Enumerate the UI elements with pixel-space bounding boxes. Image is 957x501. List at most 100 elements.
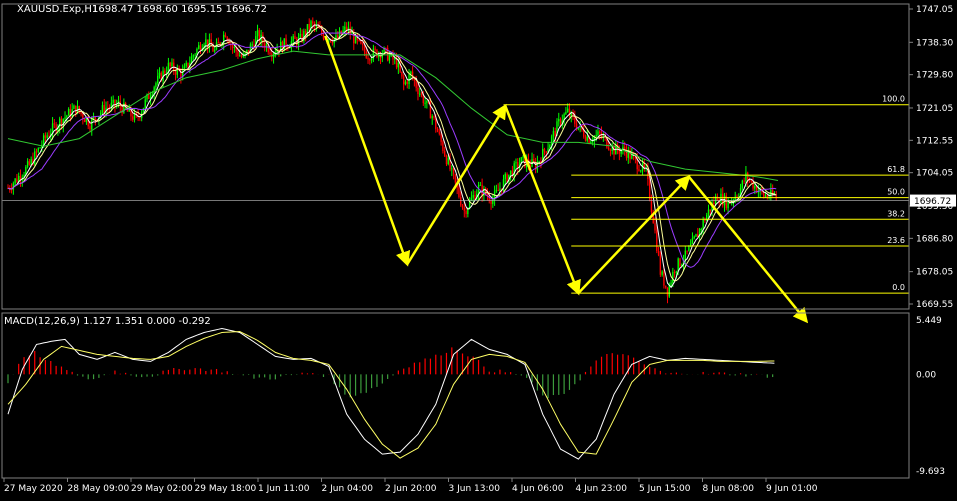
candle-body: [543, 148, 546, 152]
time-axis-label: 2 Jun 04:00: [322, 484, 374, 494]
candle-body: [67, 109, 70, 116]
candle-body: [695, 234, 697, 237]
chart-canvas[interactable]: 100.061.850.038.223.60.0 1747.051738.301…: [0, 0, 957, 497]
candle-body: [745, 172, 747, 182]
macd-axis-label: 5.449: [916, 316, 942, 326]
candle-body: [417, 87, 419, 95]
candle-body: [404, 81, 407, 85]
candle-body: [447, 158, 449, 165]
fib-level-label: 0.0: [892, 283, 905, 292]
candle-body: [727, 201, 729, 209]
price-axis-label: 1712.55: [916, 136, 953, 146]
candle-body: [618, 150, 621, 154]
candle-body: [101, 105, 104, 113]
candle-body: [686, 250, 688, 252]
time-axis-label: 29 May 02:00: [131, 484, 193, 494]
candle-body: [42, 135, 45, 146]
candle-body: [479, 184, 482, 186]
candle-body: [319, 27, 321, 29]
candle-body: [470, 197, 473, 201]
candle-body: [233, 47, 236, 49]
ma-slow-line: [7, 32, 777, 268]
candle-body: [538, 161, 540, 163]
candle-body: [750, 180, 752, 182]
candle-body: [73, 105, 75, 110]
candle-body: [34, 151, 36, 165]
ohlc-label: 1698.47 1698.60 1695.15 1696.72: [92, 4, 267, 15]
candle-body: [35, 151, 38, 153]
price-axis-label: 1678.05: [916, 268, 953, 278]
price-plot: 100.0 61.8 50.0 38.2 23.6 0.0: [2, 17, 909, 324]
candle-body: [440, 133, 442, 142]
candle-body: [490, 201, 492, 204]
candle-body: [164, 70, 166, 74]
candle-body: [522, 156, 524, 158]
fib-level-label: 38.2: [887, 209, 905, 218]
time-axis-label: 29 May 18:00: [195, 484, 257, 494]
candle-body: [465, 210, 467, 215]
macd-axis-label: 0.00: [916, 370, 936, 380]
candle-body: [443, 150, 446, 157]
candle-body: [460, 197, 462, 206]
candle-body: [185, 62, 187, 67]
candle-body: [251, 44, 253, 46]
candle-body: [94, 116, 97, 120]
candle-body: [746, 172, 749, 181]
chart-window[interactable]: 100.0 61.8 50.0 38.2 23.6 0.0 1747.05 1738.30 1…: [0, 0, 957, 497]
candle-body: [358, 39, 360, 41]
annotation-arrow: [406, 103, 507, 265]
candle-body: [454, 174, 457, 183]
candle-body: [599, 131, 601, 133]
candle-body: [463, 207, 465, 211]
candle-body: [408, 74, 410, 84]
candle-body: [584, 136, 587, 141]
candle-body: [609, 149, 612, 151]
fib-level-label: 61.8: [887, 165, 905, 174]
candle-body: [709, 209, 711, 212]
price-axis-label: 1721.05: [916, 104, 953, 114]
candle-body: [315, 25, 318, 27]
fib-level-label: 100.0: [882, 95, 905, 104]
candle-body: [451, 168, 453, 170]
candle-body: [91, 118, 93, 130]
candle-body: [663, 271, 665, 286]
candle-body: [565, 111, 567, 115]
candle-body: [591, 141, 594, 143]
candle-body: [666, 287, 669, 297]
candle-body: [374, 48, 376, 50]
candle-body: [144, 99, 146, 108]
ma-mid-line: [7, 26, 777, 282]
candle-body: [345, 26, 348, 30]
price-axis-label: 1747.05: [916, 5, 953, 15]
candle-body: [308, 24, 310, 30]
candle-body: [713, 202, 715, 204]
price-axis-label: 1669.55: [916, 300, 953, 310]
candle-body: [169, 62, 171, 67]
candle-body: [132, 116, 134, 120]
candle-body: [192, 55, 195, 57]
candle-body: [675, 271, 678, 273]
candle-body: [436, 128, 439, 132]
candle-body: [706, 214, 708, 221]
time-axis-label: 28 May 09:00: [68, 484, 130, 494]
candle-body: [194, 54, 196, 56]
macd-line: [7, 327, 775, 460]
candle-body: [704, 219, 706, 221]
candle-body: [112, 99, 114, 103]
candle-body: [481, 184, 483, 196]
macd-label: MACD(12,26,9) 1.127 1.351 0.000 -0.292: [4, 316, 211, 327]
candle-body: [14, 178, 16, 184]
time-axis-label: 4 Jun 06:00: [512, 484, 564, 494]
candle-body: [37, 148, 40, 152]
time-axis-label: 5 Jun 15:00: [639, 484, 691, 494]
candle-body: [497, 190, 499, 192]
candle-body: [420, 93, 423, 95]
candle-body: [401, 71, 403, 77]
annotation-arrow: [687, 175, 809, 324]
candle-body: [688, 246, 690, 252]
candle-body: [370, 58, 373, 61]
candle-body: [139, 117, 141, 119]
candle-body: [171, 62, 173, 67]
candle-body: [402, 76, 405, 85]
annotation-arrow: [504, 105, 581, 296]
